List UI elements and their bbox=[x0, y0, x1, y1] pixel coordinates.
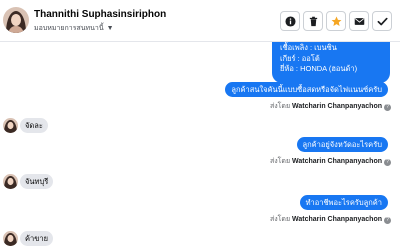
star-icon bbox=[331, 16, 341, 26]
contact-avatar bbox=[3, 118, 18, 133]
trash-icon bbox=[309, 16, 317, 26]
header-actions bbox=[280, 11, 392, 31]
contact-avatar[interactable] bbox=[3, 7, 29, 33]
contact-avatar bbox=[3, 231, 18, 246]
info-button[interactable] bbox=[280, 11, 300, 31]
caret-down-icon: ▼ bbox=[106, 25, 114, 32]
mark-done-button[interactable] bbox=[372, 11, 392, 31]
contact-name[interactable]: Thannithi Suphasinsiriphon bbox=[34, 9, 166, 20]
sent-by-prefix: ส่งโดย bbox=[269, 216, 291, 223]
incoming-message: จันทบุรี bbox=[20, 174, 54, 189]
message-thread: เชื้อเพลิง : เบนซิน เกียร์ : ออโต้ ยี่ห้… bbox=[0, 42, 400, 250]
sent-by-prefix: ส่งโดย bbox=[269, 158, 291, 165]
help-icon[interactable]: ? bbox=[384, 217, 391, 224]
car-brand-line: ยี่ห้อ : HONDA (ฮอนด้า) bbox=[280, 64, 358, 73]
envelope-icon bbox=[354, 17, 364, 25]
car-fuel-line: เชื้อเพลิง : เบนซิน bbox=[280, 43, 337, 52]
messenger-inbox: Thannithi Suphasinsiriphon มอบหมายการสนท… bbox=[0, 0, 400, 250]
outgoing-message: เชื้อเพลิง : เบนซิน เกียร์ : ออโต้ ยี่ห้… bbox=[272, 42, 390, 83]
incoming-message: จัดละ bbox=[20, 118, 48, 133]
assign-conversation-label: มอบหมายการสนทนานี้ bbox=[34, 25, 104, 32]
contact-avatar bbox=[3, 174, 18, 189]
sent-by-label: ส่งโดย Watcharin Chanpanyachon? bbox=[270, 214, 391, 225]
outgoing-message: ลูกค้าสนใจคันนี้แบบซื้อสดหรือจัดไฟแนนซ์ค… bbox=[225, 82, 388, 97]
assign-conversation-dropdown[interactable]: มอบหมายการสนทนานี้ ▼ bbox=[34, 23, 114, 34]
car-gear-line: เกียร์ : ออโต้ bbox=[280, 53, 320, 63]
conversation-header: Thannithi Suphasinsiriphon มอบหมายการสนท… bbox=[0, 0, 400, 42]
help-icon[interactable]: ? bbox=[384, 104, 391, 111]
sent-by-prefix: ส่งโดย bbox=[269, 103, 291, 110]
outgoing-message: ลูกค้าอยู่จังหวัดอะไรครับ bbox=[296, 137, 388, 152]
help-icon[interactable]: ? bbox=[384, 159, 391, 166]
sender-name: Watcharin Chanpanyachon bbox=[292, 158, 382, 165]
mark-unread-button[interactable] bbox=[349, 11, 369, 31]
sent-by-label: ส่งโดย Watcharin Chanpanyachon? bbox=[270, 156, 391, 167]
sender-name: Watcharin Chanpanyachon bbox=[292, 103, 382, 110]
outgoing-message: ทำอาชีพอะไรครับลูกค้า bbox=[299, 195, 388, 210]
sender-name: Watcharin Chanpanyachon bbox=[292, 216, 382, 223]
checkmark-icon bbox=[377, 17, 388, 25]
delete-button[interactable] bbox=[303, 11, 323, 31]
star-button[interactable] bbox=[326, 11, 346, 31]
sent-by-label: ส่งโดย Watcharin Chanpanyachon? bbox=[270, 101, 391, 112]
info-circle-icon bbox=[284, 15, 296, 27]
incoming-message: ค้าขาย bbox=[20, 231, 53, 246]
